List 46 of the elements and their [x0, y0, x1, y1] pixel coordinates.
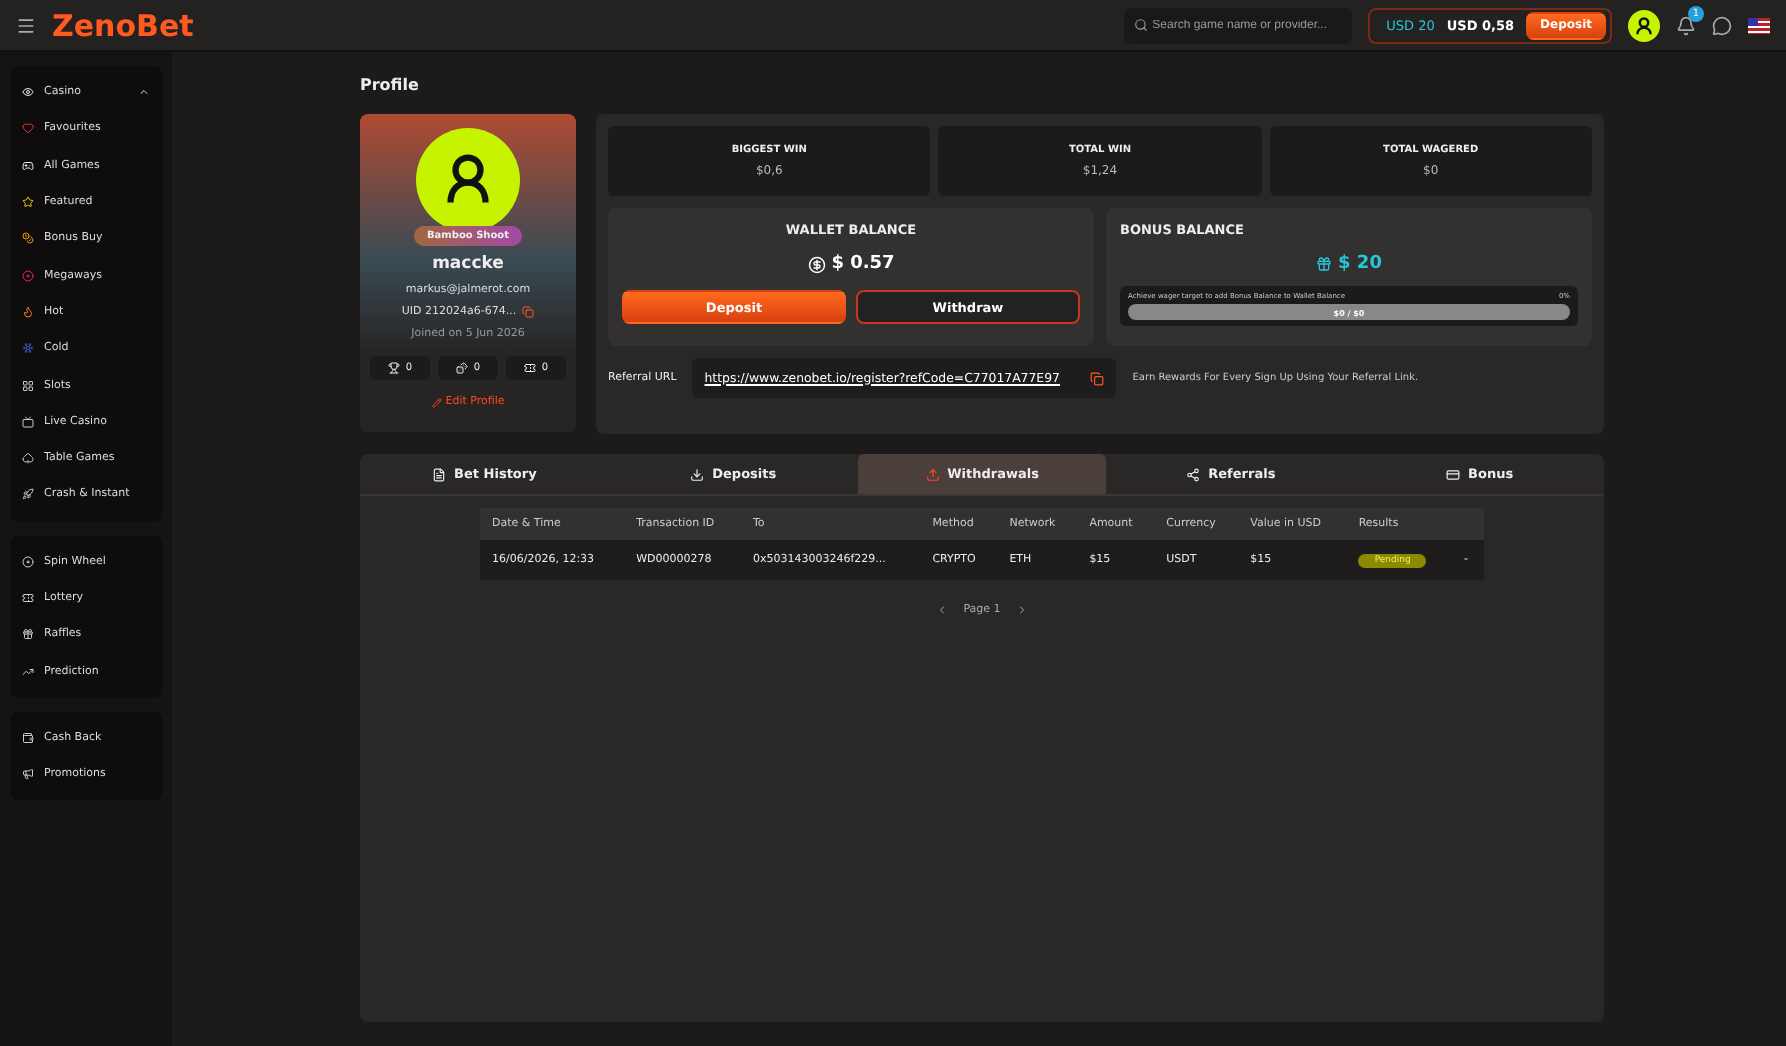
chat-icon[interactable]	[1712, 15, 1732, 35]
counter-icon	[455, 362, 468, 374]
tab-icon	[432, 467, 447, 481]
menu-item-icon	[22, 342, 34, 355]
bonus-amount: $ 20	[1338, 254, 1382, 274]
menu-item-icon	[22, 731, 34, 744]
menu-item-icon	[22, 452, 34, 465]
search-icon	[1134, 17, 1149, 31]
pencil-icon	[431, 397, 442, 407]
logo[interactable]: ZenoBet	[52, 7, 194, 43]
collapse-icon[interactable]	[138, 86, 150, 99]
menu-item-icon	[22, 232, 34, 245]
menu-item-icon	[22, 379, 34, 392]
flag-icon[interactable]	[1748, 17, 1770, 33]
tab-icon	[925, 467, 940, 481]
menu-item-icon	[22, 555, 34, 568]
menu-item-icon	[22, 488, 34, 501]
menu-item-icon	[22, 86, 34, 99]
bell-icon[interactable]	[1676, 15, 1696, 35]
menu-item-icon	[22, 628, 34, 641]
counter-icon	[387, 362, 400, 374]
menu-item-icon	[22, 196, 34, 209]
counter-icon	[523, 362, 536, 374]
next-page-icon[interactable]	[1016, 604, 1029, 616]
menu-item-icon	[22, 159, 34, 172]
wallet-amount: $ 0.57	[831, 254, 895, 274]
menu-item-icon	[22, 415, 34, 428]
username: maccke	[432, 254, 504, 274]
menu-item-icon	[22, 768, 34, 781]
avatar-icon	[416, 128, 520, 232]
menu-item-icon	[22, 665, 34, 678]
menu-item-icon	[22, 269, 34, 282]
previous-page-icon[interactable]	[935, 604, 948, 616]
tab-icon	[690, 467, 705, 481]
gift-icon	[1316, 256, 1333, 272]
menu-item-icon	[22, 592, 34, 604]
menu-icon[interactable]	[16, 15, 36, 35]
tab-icon	[1186, 467, 1201, 481]
copy-icon[interactable]	[522, 306, 535, 318]
page-title: Profile	[360, 76, 421, 94]
menu-item-icon	[22, 305, 34, 318]
tab-icon	[1446, 467, 1461, 481]
copy-icon[interactable]	[1090, 371, 1105, 385]
avatar-icon[interactable]	[1628, 9, 1660, 41]
menu-item-icon	[22, 122, 34, 135]
dollar-icon	[807, 255, 826, 273]
